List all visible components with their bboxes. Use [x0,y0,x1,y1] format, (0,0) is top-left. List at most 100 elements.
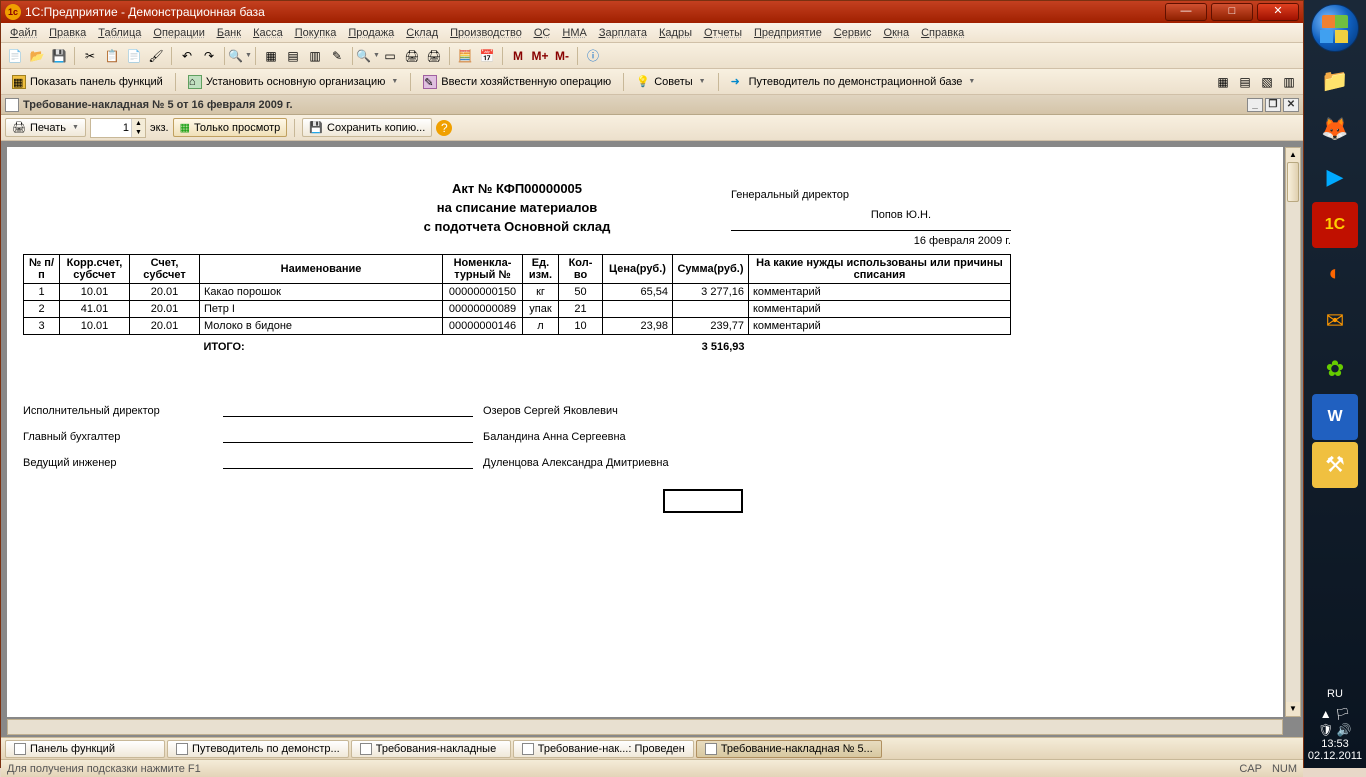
tray-time[interactable]: 13:53 [1304,738,1366,750]
brush-icon[interactable]: 🖌 [146,46,166,66]
taskbar-item[interactable]: Требование-накладная № 5... [696,740,882,758]
vertical-scrollbar[interactable]: ▲ ▼ [1285,147,1301,717]
menu-nma[interactable]: НМА [557,25,591,41]
menu-service[interactable]: Сервис [829,25,877,41]
tray-icons[interactable]: ▲ 🏳🛡 🔊 [1304,706,1366,738]
doc-icon [176,743,188,755]
menu-warehouse[interactable]: Склад [401,25,443,41]
new-icon[interactable]: 📄 [5,46,25,66]
print2-icon[interactable]: 🖨 [424,46,444,66]
menu-os[interactable]: ОС [529,25,556,41]
taskbar-item[interactable]: Требования-накладные [351,740,511,758]
sign-name: Дуленцова Александра Дмитриевна [483,457,669,469]
menu-salary[interactable]: Зарплата [594,25,652,41]
menu-reports[interactable]: Отчеты [699,25,747,41]
menu-bank[interactable]: Банк [212,25,246,41]
calc-icon[interactable]: 🧮 [455,46,475,66]
minimize-button[interactable]: — [1165,3,1207,21]
zoom-icon[interactable]: 🔍▼ [358,46,378,66]
tool-d-icon[interactable]: ▥ [1279,72,1299,92]
dock-app3-icon[interactable]: ⚒ [1312,442,1358,488]
scroll-down-icon[interactable]: ▼ [1286,702,1300,716]
open-icon[interactable]: 📂 [27,46,47,66]
m-plus-icon[interactable]: M+ [530,46,550,66]
lang-indicator[interactable]: RU [1304,688,1366,700]
menu-help[interactable]: Справка [916,25,969,41]
menu-file[interactable]: Файл [5,25,42,41]
horizontal-scrollbar[interactable] [7,719,1283,735]
m-store-icon[interactable]: M [508,46,528,66]
dock-firefox-icon[interactable]: 🦊 [1312,106,1358,152]
taskbar-item[interactable]: Путеводитель по демонстр... [167,740,349,758]
show-panel-button[interactable]: ▦Показать панель функций [5,72,170,92]
print-icon[interactable]: 🖨 [402,46,422,66]
doc-icon [705,743,717,755]
undo-icon[interactable]: ↶ [177,46,197,66]
doc-minimize-button[interactable]: _ [1247,98,1263,112]
tips-button[interactable]: 💡Советы▼ [629,72,712,92]
close-button[interactable]: ✕ [1257,3,1299,21]
taskbar-item[interactable]: Панель функций [5,740,165,758]
dock-outlook-icon[interactable]: ✉ [1312,298,1358,344]
scroll-up-icon[interactable]: ▲ [1286,148,1300,162]
menu-production[interactable]: Производство [445,25,527,41]
spin-down-icon[interactable]: ▼ [131,128,145,137]
page-view-icon[interactable]: ▭ [380,46,400,66]
dock-app2-icon[interactable]: ◐ [1312,250,1358,296]
app-icon: 1c [5,4,21,20]
paste-icon[interactable]: 📄 [124,46,144,66]
dock-word-icon[interactable]: W [1312,394,1358,440]
print-button[interactable]: 🖨 Печать▼ [5,118,86,137]
edit-icon[interactable]: ✎ [327,46,347,66]
cut-icon[interactable]: ✂ [80,46,100,66]
redo-icon[interactable]: ↷ [199,46,219,66]
headers-icon[interactable]: ▤ [283,46,303,66]
doc-help-icon[interactable]: ? [436,120,452,136]
set-org-button[interactable]: ⌂Установить основную организацию▼ [181,72,405,92]
menu-personnel[interactable]: Кадры [654,25,697,41]
dock-icon[interactable]: ▥ [305,46,325,66]
save-icon[interactable]: 💾 [49,46,69,66]
doc-close-button[interactable]: ✕ [1283,98,1299,112]
tool-c-icon[interactable]: ▧ [1257,72,1277,92]
copies-input[interactable] [91,122,131,134]
menu-cash[interactable]: Касса [248,25,288,41]
save-copy-button[interactable]: 💾 Сохранить копию... [302,118,432,137]
grid-icon[interactable]: ▦ [261,46,281,66]
spin-up-icon[interactable]: ▲ [131,119,145,128]
dock-explorer-icon[interactable]: 📁 [1312,58,1358,104]
taskbar-item[interactable]: Требование-нак...: Проведен [513,740,694,758]
col-sum: Сумма(руб.) [673,255,749,284]
tool-a-icon[interactable]: ▦ [1213,72,1233,92]
signatures-block: Исполнительный директорОзеров Сергей Яко… [23,405,1011,469]
help-icon[interactable]: ⓘ [583,46,603,66]
col-unit: Ед. изм. [523,255,559,284]
start-button[interactable] [1311,4,1359,52]
copies-spinner[interactable]: ▲▼ [90,118,146,138]
dock-icq-icon[interactable]: ✿ [1312,346,1358,392]
tool-b-icon[interactable]: ▤ [1235,72,1255,92]
menu-enterprise[interactable]: Предприятие [749,25,827,41]
dock-1c-icon[interactable]: 1C [1312,202,1358,248]
dock-media-icon[interactable]: ▶ [1312,154,1358,200]
menu-edit[interactable]: Правка [44,25,91,41]
m-minus-icon[interactable]: M- [552,46,572,66]
calendar-icon[interactable]: 📅 [477,46,497,66]
menu-windows[interactable]: Окна [879,25,915,41]
enter-op-button[interactable]: ✎Ввести хозяйственную операцию [416,72,618,92]
tray-date[interactable]: 02.12.2011 [1304,750,1366,762]
menu-operations[interactable]: Операции [148,25,209,41]
materials-table: № п/п Корр.счет, субсчет Счет, субсчет Н… [23,254,1011,355]
copy-icon[interactable]: 📋 [102,46,122,66]
col-corr: Корр.счет, субсчет [60,255,130,284]
menu-sale[interactable]: Продажа [343,25,399,41]
guide-button[interactable]: ➜Путеводитель по демонстрационной базе▼ [724,72,983,92]
menu-purchase[interactable]: Покупка [290,25,342,41]
doc-restore-button[interactable]: ❐ [1265,98,1281,112]
find-icon[interactable]: 🔍▼ [230,46,250,66]
view-only-button[interactable]: ▦ Только просмотр [173,118,288,137]
table-row: 110.0120.01Какао порошок00000000150кг506… [24,284,1011,301]
menu-table[interactable]: Таблица [93,25,146,41]
scroll-thumb[interactable] [1287,162,1299,202]
maximize-button[interactable]: □ [1211,3,1253,21]
